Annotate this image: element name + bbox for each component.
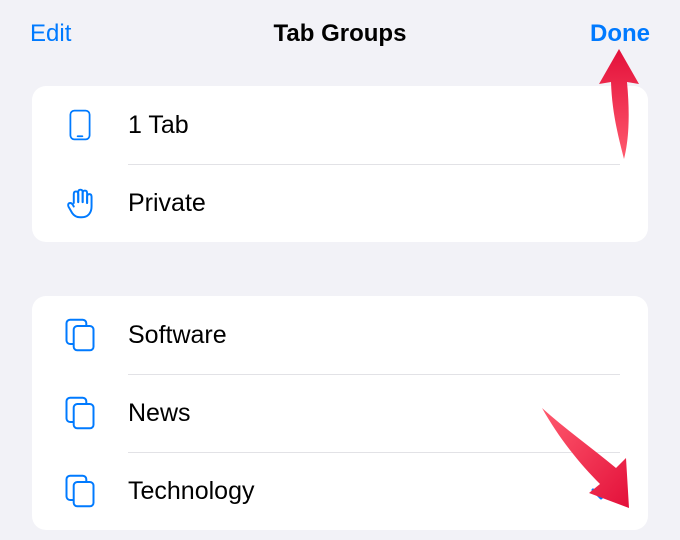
checkmark-icon bbox=[590, 476, 620, 507]
section-custom-groups: Software News Technology bbox=[32, 296, 648, 530]
done-button[interactable]: Done bbox=[570, 20, 650, 48]
row-label: News bbox=[128, 399, 620, 428]
icon-wrap bbox=[32, 452, 128, 530]
stack-icon bbox=[63, 473, 97, 509]
icon-wrap bbox=[32, 86, 128, 164]
row-label: Software bbox=[128, 321, 620, 350]
row-label: Technology bbox=[128, 477, 590, 506]
icon-wrap bbox=[32, 374, 128, 452]
row-news[interactable]: News bbox=[32, 374, 648, 452]
page-title: Tab Groups bbox=[110, 20, 570, 48]
row-software[interactable]: Software bbox=[32, 296, 648, 374]
edit-button[interactable]: Edit bbox=[30, 20, 110, 48]
icon-wrap bbox=[32, 296, 128, 374]
iphone-icon bbox=[64, 109, 96, 141]
hand-icon bbox=[64, 187, 96, 219]
header-bar: Edit Tab Groups Done bbox=[0, 0, 680, 68]
row-private[interactable]: Private bbox=[32, 164, 648, 242]
row-single-tab[interactable]: 1 Tab bbox=[32, 86, 648, 164]
row-label: 1 Tab bbox=[128, 111, 620, 140]
stack-icon bbox=[63, 317, 97, 353]
icon-wrap bbox=[32, 164, 128, 242]
stack-icon bbox=[63, 395, 97, 431]
section-default-groups: 1 Tab Private bbox=[32, 86, 648, 242]
row-label: Private bbox=[128, 189, 620, 218]
row-technology[interactable]: Technology bbox=[32, 452, 648, 530]
